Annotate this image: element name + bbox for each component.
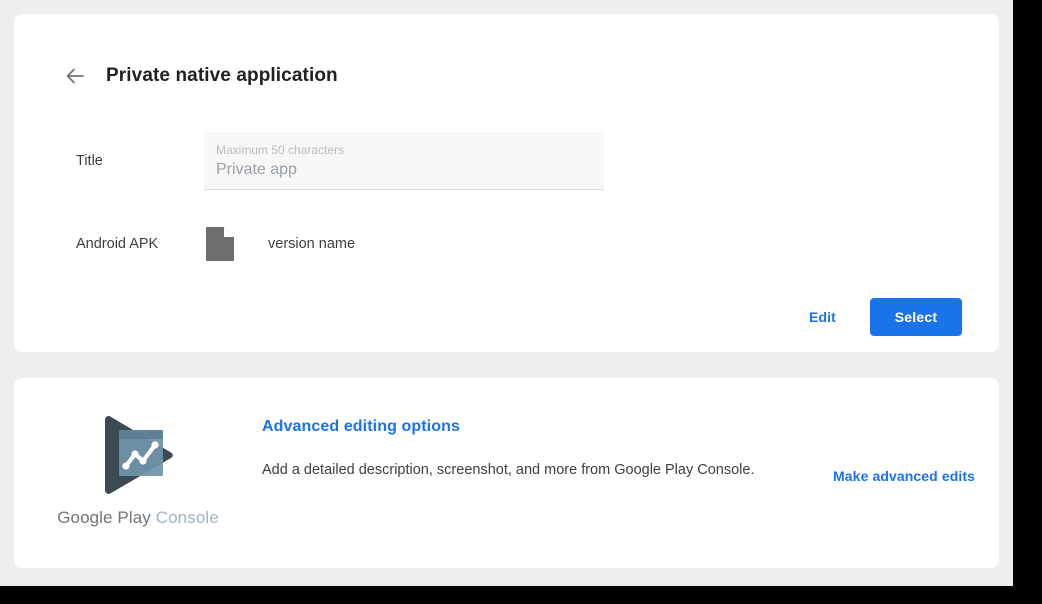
wordmark-console: Console [155, 508, 219, 527]
card-actions: Edit Select [805, 298, 962, 336]
arrow-left-icon [63, 64, 87, 88]
advanced-editing-heading: Advanced editing options [262, 418, 460, 435]
title-input-hint: Maximum 50 characters [216, 143, 345, 157]
select-button[interactable]: Select [870, 298, 962, 336]
apk-version-name: version name [268, 236, 356, 252]
google-play-console-logo-icon [95, 414, 181, 496]
app-detail-card: Private native application Title Maximum… [14, 14, 999, 352]
back-button[interactable] [58, 59, 92, 93]
android-apk-label: Android APK [76, 236, 159, 252]
title-input-value: Private app [216, 161, 297, 178]
document-file-icon [206, 227, 234, 261]
title-input[interactable]: Maximum 50 characters Private app [204, 132, 604, 190]
advanced-editing-card: Google Play Console Advanced editing opt… [14, 378, 999, 568]
advanced-text-block: Advanced editing options Add a detailed … [262, 416, 832, 480]
google-play-console-branding: Google Play Console [38, 414, 238, 528]
android-apk-row: Android APK version name [76, 226, 976, 262]
title-field-row: Title Maximum 50 characters Private app [76, 132, 976, 190]
title-field-label: Title [76, 153, 103, 169]
wordmark-google-play: Google Play [57, 508, 151, 527]
make-advanced-edits-link[interactable]: Make advanced edits [829, 462, 979, 490]
google-play-console-wordmark: Google Play Console [57, 508, 219, 528]
edit-button[interactable]: Edit [805, 301, 840, 333]
advanced-editing-description: Add a detailed description, screenshot, … [262, 462, 755, 478]
page-header: Private native application [58, 58, 338, 94]
page-title: Private native application [106, 65, 338, 86]
app-viewport: Private native application Title Maximum… [0, 0, 1013, 586]
